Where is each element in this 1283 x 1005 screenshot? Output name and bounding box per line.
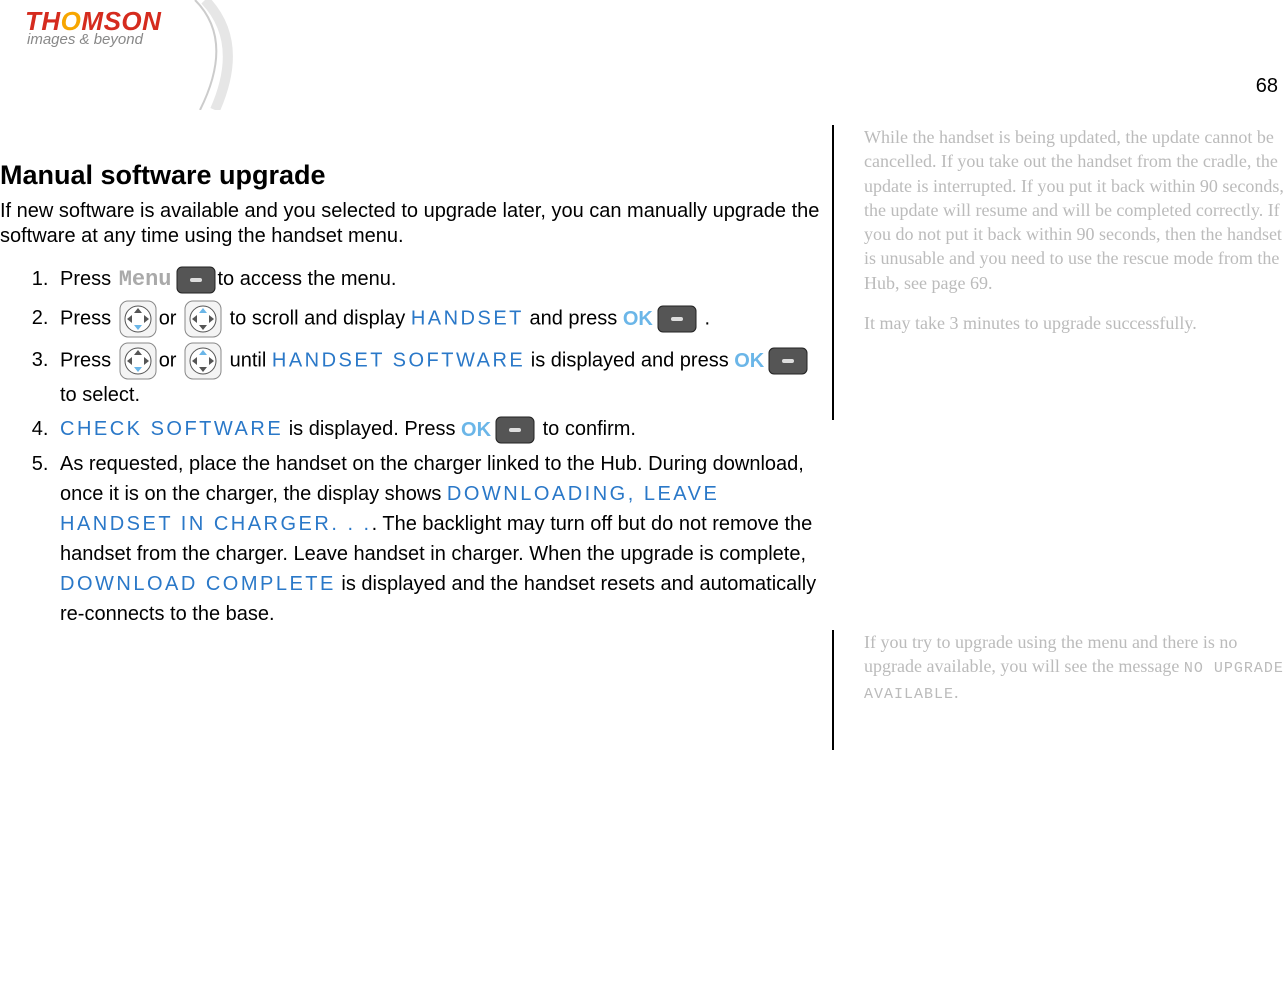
side-note-1: While the handset is being updated, the …: [832, 125, 1283, 420]
softkey-button-icon: [495, 416, 535, 444]
step-3: Press or until HANDSET SOFTWARE is displ…: [54, 342, 825, 410]
screen-handset-software: HANDSET SOFTWARE: [272, 349, 525, 371]
step-1: Press Menuto access the menu.: [54, 263, 825, 296]
nav-up-icon: [184, 342, 222, 380]
step-5: As requested, place the handset on the c…: [54, 449, 825, 629]
ok-label: OK: [623, 308, 655, 330]
ok-label: OK: [461, 419, 493, 441]
screen-download-complete: DOWNLOAD COMPLETE: [60, 573, 336, 595]
screen-handset: HANDSET: [411, 307, 524, 329]
screen-check-software: CHECK SOFTWARE: [60, 418, 283, 440]
page-number: 68: [1256, 75, 1278, 98]
nav-down-icon: [119, 342, 157, 380]
brand-logo: THOMSON images & beyond: [25, 10, 225, 48]
note-duration: It may take 3 minutes to upgrade success…: [864, 311, 1283, 335]
note-no-upgrade: If you try to upgrade using the menu and…: [864, 630, 1283, 705]
softkey-button-icon: [657, 305, 697, 333]
step-2: Press or to scroll and display HANDSET a…: [54, 300, 825, 338]
note-update-warning: While the handset is being updated, the …: [864, 125, 1283, 295]
step-4: CHECK SOFTWARE is displayed. Press OK to…: [54, 414, 825, 445]
ok-label: OK: [734, 350, 766, 372]
steps-list: Press Menuto access the menu. Press or t…: [0, 263, 825, 629]
page-title: Manual software upgrade: [0, 160, 825, 191]
brand-wordmark: THOMSON: [25, 10, 225, 33]
main-content: Manual software upgrade If new software …: [0, 160, 825, 633]
softkey-button-icon: [768, 347, 808, 375]
nav-up-icon: [184, 300, 222, 338]
side-note-2: If you try to upgrade using the menu and…: [832, 630, 1283, 750]
intro-text: If new software is available and you sel…: [0, 199, 825, 249]
softkey-menu-label: Menu: [117, 267, 174, 292]
softkey-button-icon: [176, 266, 216, 294]
brand-tagline: images & beyond: [25, 31, 225, 48]
nav-down-icon: [119, 300, 157, 338]
